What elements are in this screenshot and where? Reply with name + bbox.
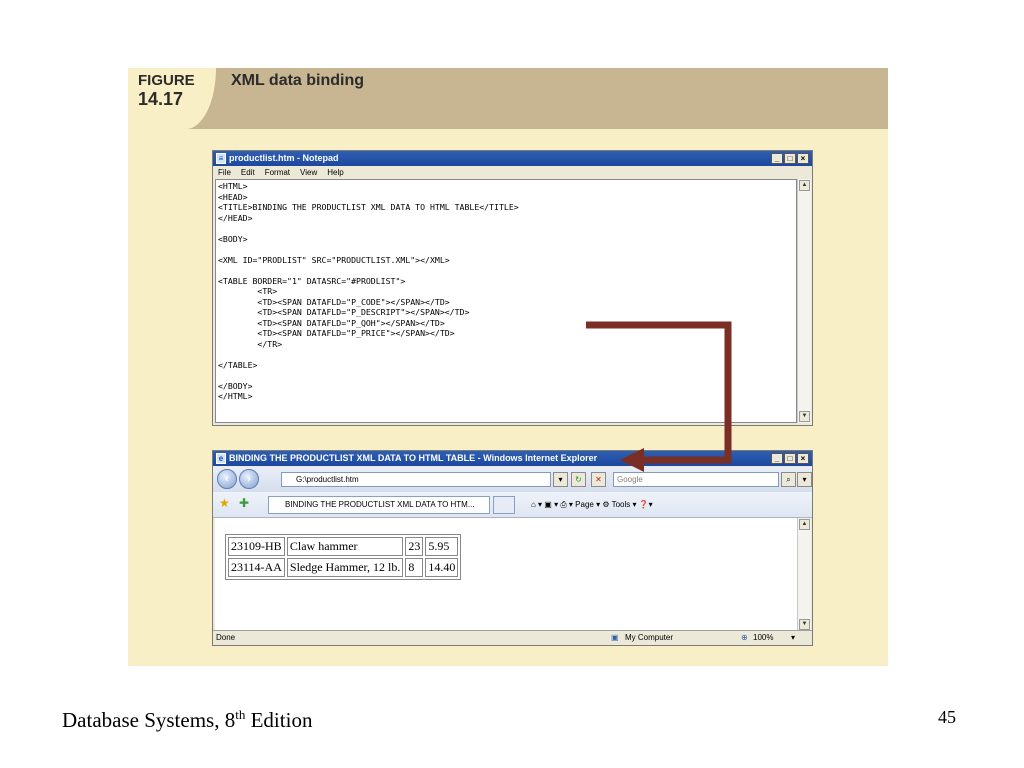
footer-superscript: th — [235, 707, 246, 722]
arrow-head — [620, 448, 644, 472]
page-number: 45 — [938, 707, 956, 727]
footer-edition-text: Edition — [245, 708, 313, 732]
footer-book-title: Database Systems, 8th Edition — [62, 707, 312, 733]
arrow-line — [586, 321, 732, 464]
flow-arrow — [586, 321, 732, 472]
footer-book-text: Database Systems, 8 — [62, 708, 236, 732]
